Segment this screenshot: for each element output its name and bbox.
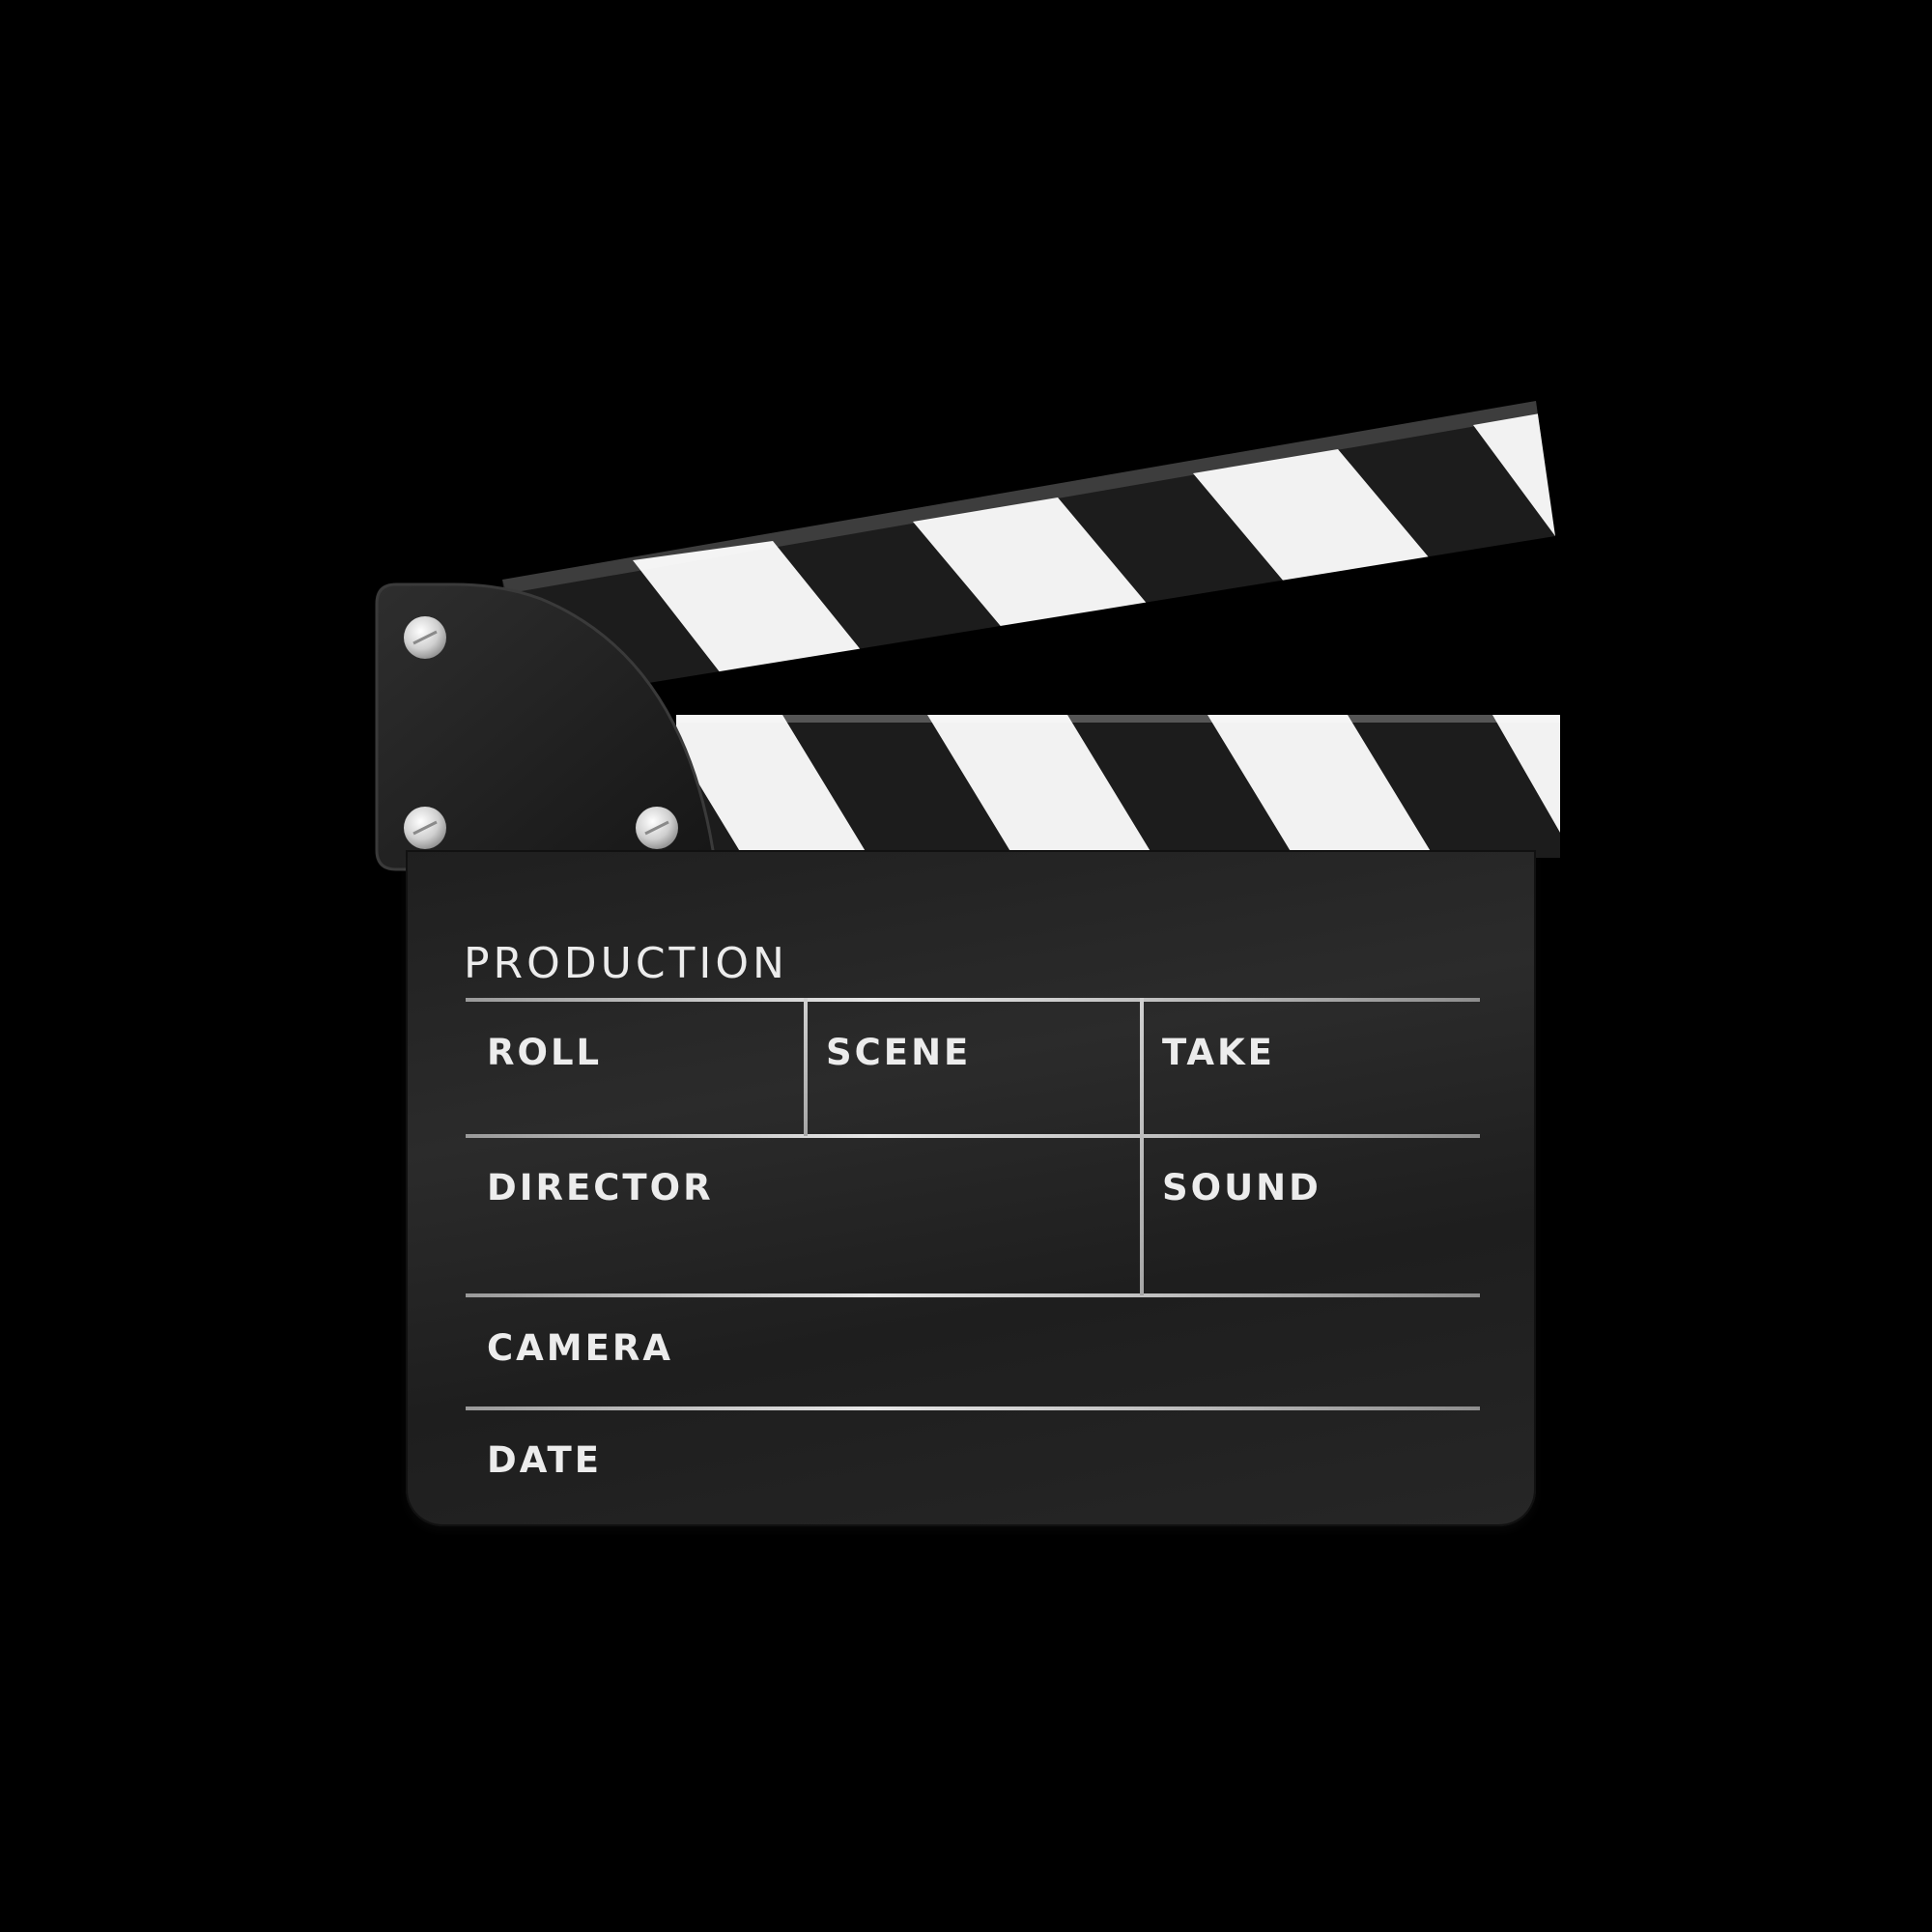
clapperboard-image: PRODUCTION ROLL SCENE TAKE DIRECTOR SOUN… <box>0 0 1932 1932</box>
divider-line <box>466 998 1480 1002</box>
date-label: DATE <box>487 1439 602 1481</box>
divider-line <box>466 1134 1480 1138</box>
sound-label: SOUND <box>1162 1167 1321 1208</box>
divider-line <box>466 1293 1480 1297</box>
camera-label: CAMERA <box>487 1327 674 1369</box>
bottom-clapper-arm <box>676 715 1560 858</box>
roll-label: ROLL <box>487 1032 603 1073</box>
divider-line <box>466 1406 1480 1410</box>
slate-board: PRODUCTION ROLL SCENE TAKE DIRECTOR SOUN… <box>406 850 1536 1526</box>
divider-line <box>804 998 808 1136</box>
screw-icon <box>404 616 446 659</box>
screw-icon <box>636 807 678 849</box>
divider-line <box>1140 998 1144 1295</box>
screw-icon <box>404 807 446 849</box>
director-label: DIRECTOR <box>487 1167 714 1208</box>
top-clapper-arm <box>502 401 1555 700</box>
scene-label: SCENE <box>826 1032 972 1073</box>
production-label: PRODUCTION <box>464 939 788 988</box>
take-label: TAKE <box>1162 1032 1275 1073</box>
